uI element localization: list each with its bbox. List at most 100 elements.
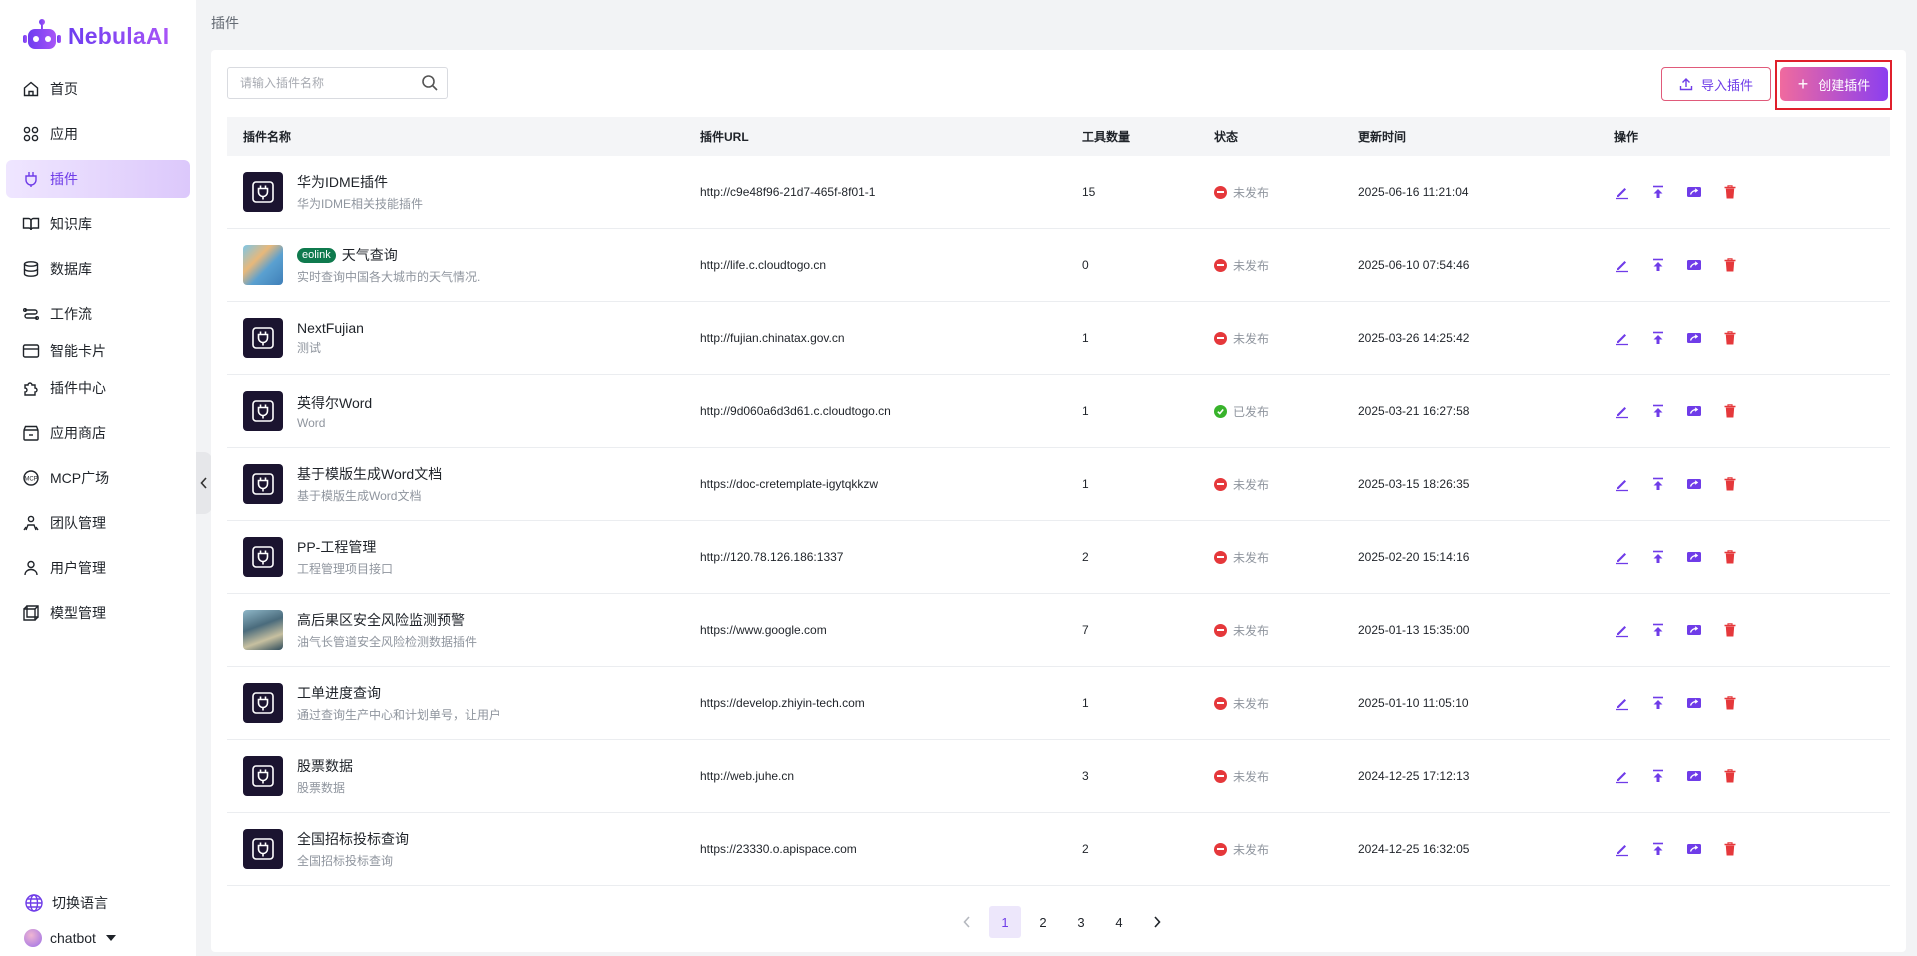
edit-button[interactable] xyxy=(1614,476,1630,492)
delete-button[interactable] xyxy=(1722,403,1738,419)
plugin-title[interactable]: 高后果区安全风险监测预警 xyxy=(297,610,465,630)
table-row[interactable]: 华为IDME插件 华为IDME相关技能插件 http://c9e48f96-21… xyxy=(227,156,1890,229)
table-row[interactable]: NextFujian 测试 http://fujian.chinatax.gov… xyxy=(227,302,1890,375)
table-row[interactable]: 工单进度查询 通过查询生产中心和计划单号，让用户 https://develop… xyxy=(227,667,1890,740)
plugin-title[interactable]: 股票数据 xyxy=(297,756,353,776)
plugin-title[interactable]: 华为IDME插件 xyxy=(297,172,388,192)
delete-button[interactable] xyxy=(1722,257,1738,273)
sidebar-item-apps[interactable]: 应用 xyxy=(6,115,190,153)
sidebar-item-workflow[interactable]: 工作流 xyxy=(6,295,190,333)
sidebar-item-users[interactable]: 用户管理 xyxy=(6,549,190,587)
sidebar-item-app-store[interactable]: 应用商店 xyxy=(6,414,190,452)
import-plugin-button[interactable]: 导入插件 xyxy=(1661,67,1771,101)
sidebar-item-team[interactable]: 团队管理 xyxy=(6,504,190,542)
sidebar-item-smart-card[interactable]: 智能卡片 xyxy=(6,332,190,370)
publish-button[interactable] xyxy=(1650,695,1666,711)
language-switch[interactable]: 切换语言 xyxy=(24,890,116,916)
status-label: 未发布 xyxy=(1233,550,1270,565)
delete-button[interactable] xyxy=(1722,330,1738,346)
updated-time: 2024-12-25 16:32:05 xyxy=(1358,842,1470,856)
edit-button[interactable] xyxy=(1614,330,1630,346)
prev-page-button[interactable] xyxy=(951,906,983,938)
delete-button[interactable] xyxy=(1722,695,1738,711)
cell-status: 未发布 xyxy=(1214,184,1358,201)
tool-count: 2 xyxy=(1082,842,1089,856)
edit-button[interactable] xyxy=(1614,549,1630,565)
publish-button[interactable] xyxy=(1650,476,1666,492)
delete-button[interactable] xyxy=(1722,622,1738,638)
plugin-title[interactable]: 全国招标投标查询 xyxy=(297,829,409,849)
publish-icon xyxy=(1653,185,1663,198)
table-row[interactable]: 基于模版生成Word文档 基于模版生成Word文档 https://doc-cr… xyxy=(227,448,1890,521)
publish-button[interactable] xyxy=(1650,257,1666,273)
cell-name: 华为IDME插件 华为IDME相关技能插件 xyxy=(227,172,700,212)
page-3-button[interactable]: 3 xyxy=(1065,906,1097,938)
sidebar-item-models[interactable]: 模型管理 xyxy=(6,594,190,632)
delete-button[interactable] xyxy=(1722,768,1738,784)
publish-button[interactable] xyxy=(1650,549,1666,565)
publish-button[interactable] xyxy=(1650,403,1666,419)
sidebar-item-plugin-center[interactable]: 插件中心 xyxy=(6,369,190,407)
delete-button[interactable] xyxy=(1722,184,1738,200)
delete-button[interactable] xyxy=(1722,476,1738,492)
search-icon[interactable] xyxy=(421,74,439,92)
table-row[interactable]: 全国招标投标查询 全国招标投标查询 https://23330.o.apispa… xyxy=(227,813,1890,886)
logo[interactable]: NebulaAI xyxy=(22,16,169,56)
plugin-title[interactable]: 基于模版生成Word文档 xyxy=(297,464,442,484)
sidebar-item-database[interactable]: 数据库 xyxy=(6,250,190,288)
page-4-button[interactable]: 4 xyxy=(1103,906,1135,938)
plugin-title[interactable]: NextFujian xyxy=(297,320,364,336)
table-row[interactable]: PP-工程管理 工程管理项目接口 http://120.78.126.186:1… xyxy=(227,521,1890,594)
edit-button[interactable] xyxy=(1614,841,1630,857)
language-label: 切换语言 xyxy=(52,895,108,911)
plugin-title[interactable]: PP-工程管理 xyxy=(297,537,376,557)
share-button[interactable] xyxy=(1686,549,1702,565)
share-button[interactable] xyxy=(1686,257,1702,273)
sidebar-item-knowledge[interactable]: 知识库 xyxy=(6,205,190,243)
plugin-title[interactable]: 英得尔Word xyxy=(297,393,372,413)
publish-button[interactable] xyxy=(1650,768,1666,784)
edit-button[interactable] xyxy=(1614,622,1630,638)
edit-button[interactable] xyxy=(1614,403,1630,419)
share-button[interactable] xyxy=(1686,184,1702,200)
svg-text:MCP: MCP xyxy=(24,477,37,483)
plugin-title[interactable]: 天气查询 xyxy=(342,245,398,265)
edit-button[interactable] xyxy=(1614,768,1630,784)
next-page-button[interactable] xyxy=(1141,906,1173,938)
search-input[interactable] xyxy=(240,76,415,90)
share-button[interactable] xyxy=(1686,841,1702,857)
caret-down-icon xyxy=(105,935,116,941)
workflow-icon xyxy=(22,305,40,323)
publish-button[interactable] xyxy=(1650,622,1666,638)
table-row[interactable]: 股票数据 股票数据 http://web.juhe.cn 3 未发布 2024-… xyxy=(227,740,1890,813)
delete-button[interactable] xyxy=(1722,549,1738,565)
page-1-button[interactable]: 1 xyxy=(989,906,1021,938)
share-button[interactable] xyxy=(1686,403,1702,419)
edit-button[interactable] xyxy=(1614,695,1630,711)
share-button[interactable] xyxy=(1686,476,1702,492)
create-plugin-button[interactable]: + 创建插件 xyxy=(1780,67,1888,101)
sidebar-item-mcp[interactable]: MCP MCP广场 xyxy=(6,459,190,497)
user-menu[interactable]: chatbot xyxy=(24,925,116,951)
publish-button[interactable] xyxy=(1650,184,1666,200)
sidebar-item-label: MCP广场 xyxy=(50,470,110,486)
table-row[interactable]: 英得尔Word Word http://9d060a6d3d61.c.cloud… xyxy=(227,375,1890,448)
table-row[interactable]: eolink 天气查询 实时查询中国各大城市的天气情况. http://life… xyxy=(227,229,1890,302)
delete-button[interactable] xyxy=(1722,841,1738,857)
publish-button[interactable] xyxy=(1650,841,1666,857)
chevron-left-icon xyxy=(200,477,207,489)
share-button[interactable] xyxy=(1686,330,1702,346)
sidebar-item-plugins[interactable]: 插件 xyxy=(6,160,190,198)
sidebar-item-home[interactable]: 首页 xyxy=(6,70,190,108)
status-label: 未发布 xyxy=(1233,696,1270,711)
share-button[interactable] xyxy=(1686,768,1702,784)
edit-button[interactable] xyxy=(1614,257,1630,273)
publish-button[interactable] xyxy=(1650,330,1666,346)
edit-button[interactable] xyxy=(1614,184,1630,200)
share-button[interactable] xyxy=(1686,695,1702,711)
page-2-button[interactable]: 2 xyxy=(1027,906,1059,938)
share-button[interactable] xyxy=(1686,622,1702,638)
table-row[interactable]: 高后果区安全风险监测预警 油气长管道安全风险检测数据插件 https://www… xyxy=(227,594,1890,667)
plugin-title[interactable]: 工单进度查询 xyxy=(297,683,381,703)
sidebar-collapse-button[interactable] xyxy=(196,452,212,514)
